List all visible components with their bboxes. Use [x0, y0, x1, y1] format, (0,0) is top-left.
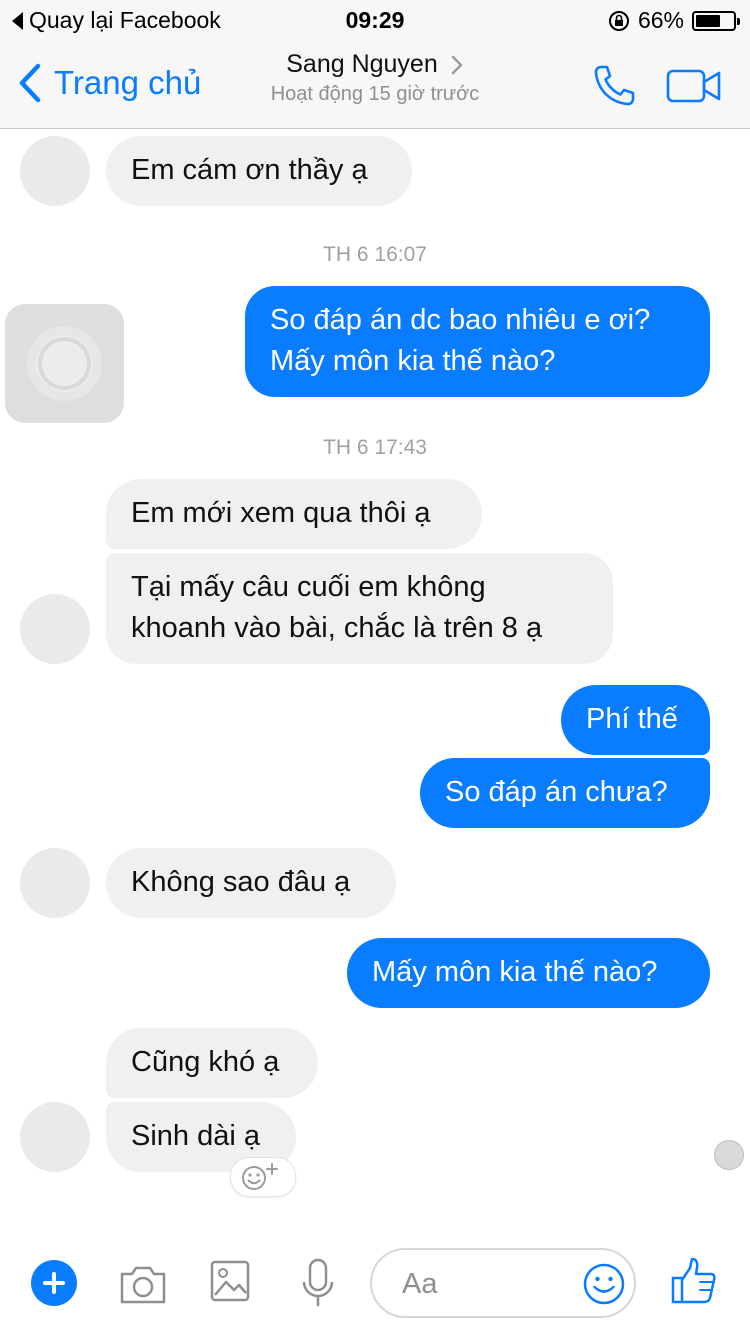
contact-avatar[interactable] — [20, 1102, 90, 1172]
contact-avatar[interactable] — [20, 136, 90, 206]
emoji-icon[interactable] — [582, 1262, 626, 1306]
battery-icon — [692, 10, 740, 31]
message-outgoing[interactable]: Mấy môn kia thế nào? — [347, 938, 710, 1008]
timestamp: TH 6 17:43 — [323, 436, 427, 459]
add-reaction-icon — [242, 1163, 278, 1190]
add-reaction-button[interactable] — [230, 1157, 296, 1197]
status-bar: Quay lại Facebook 09:29 66% — [0, 0, 750, 40]
message-incoming[interactable]: Cũng khó ạ — [106, 1028, 318, 1098]
message-input[interactable] — [400, 1262, 564, 1306]
message-list[interactable]: Em cám ơn thầy ạ TH 6 16:07 So đáp án dc… — [0, 129, 750, 1229]
contact-avatar[interactable] — [20, 594, 90, 664]
floating-assistive-touch[interactable] — [5, 304, 124, 423]
message-incoming[interactable]: Không sao đâu ạ — [106, 848, 396, 918]
video-camera-icon[interactable] — [666, 68, 722, 104]
phone-icon[interactable] — [590, 62, 638, 110]
battery-nub — [737, 17, 740, 25]
camera-icon[interactable] — [118, 1262, 168, 1306]
battery-fill — [696, 14, 720, 27]
contact-name: Sang Nguyen — [286, 50, 438, 78]
message-outgoing[interactable]: So đáp án dc bao nhiêu e ơi? Mấy môn kia… — [245, 286, 710, 397]
conversation-header: Trang chủ Sang Nguyen Hoạt động 15 giờ t… — [0, 40, 750, 129]
microphone-icon[interactable] — [300, 1258, 336, 1308]
chevron-right-icon — [451, 55, 462, 74]
add-icon[interactable] — [31, 1260, 77, 1306]
timestamp: TH 6 16:07 — [323, 243, 427, 266]
message-outgoing[interactable]: Phí thế — [561, 685, 710, 755]
message-outgoing[interactable]: So đáp án chưa? — [420, 758, 710, 828]
message-incoming[interactable]: Em mới xem qua thôi ạ — [106, 479, 482, 549]
lock-rotation-icon — [608, 10, 629, 31]
battery-percent: 66% — [637, 7, 684, 33]
contact-avatar[interactable] — [20, 848, 90, 918]
composer-bar — [0, 1236, 750, 1334]
message-incoming[interactable]: Tại mấy câu cuối em không khoanh vào bài… — [106, 553, 613, 664]
thumbs-up-icon[interactable] — [670, 1256, 718, 1306]
scroll-indicator[interactable] — [714, 1140, 744, 1170]
message-input-box[interactable] — [370, 1248, 636, 1318]
message-incoming[interactable]: Em cám ơn thầy ạ — [106, 136, 412, 206]
status-indicators: 66% — [608, 7, 740, 34]
image-icon[interactable] — [210, 1260, 250, 1302]
